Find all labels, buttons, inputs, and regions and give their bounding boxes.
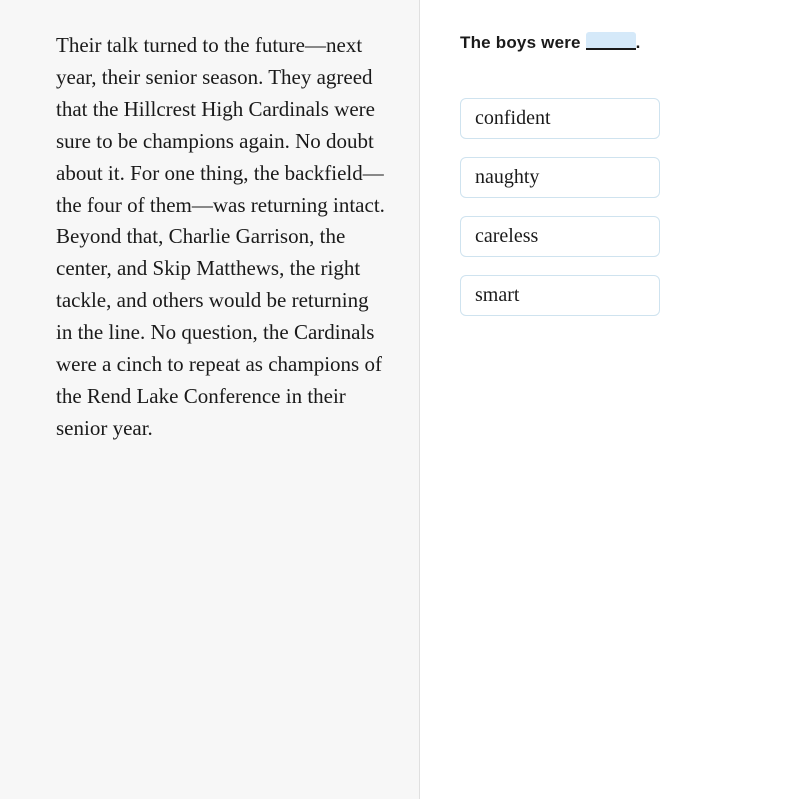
question-suffix: . <box>636 33 641 52</box>
answer-label: naughty <box>475 166 539 188</box>
answer-option-naughty[interactable]: naughty <box>460 157 660 198</box>
answer-option-careless[interactable]: careless <box>460 216 660 257</box>
passage-pane: Their talk turned to the future—next yea… <box>0 0 420 799</box>
passage-text: Their talk turned to the future—next yea… <box>56 30 389 445</box>
question-prompt: The boys were . <box>460 30 760 53</box>
answer-option-smart[interactable]: smart <box>460 275 660 316</box>
blank-slot[interactable] <box>586 32 636 50</box>
answer-label: confident <box>475 107 551 129</box>
answer-list: confident naughty careless smart <box>460 98 660 316</box>
answer-label: careless <box>475 225 538 247</box>
question-prefix: The boys were <box>460 33 586 52</box>
answer-label: smart <box>475 284 519 306</box>
answer-option-confident[interactable]: confident <box>460 98 660 139</box>
question-pane: The boys were . confident naughty carele… <box>420 0 800 799</box>
